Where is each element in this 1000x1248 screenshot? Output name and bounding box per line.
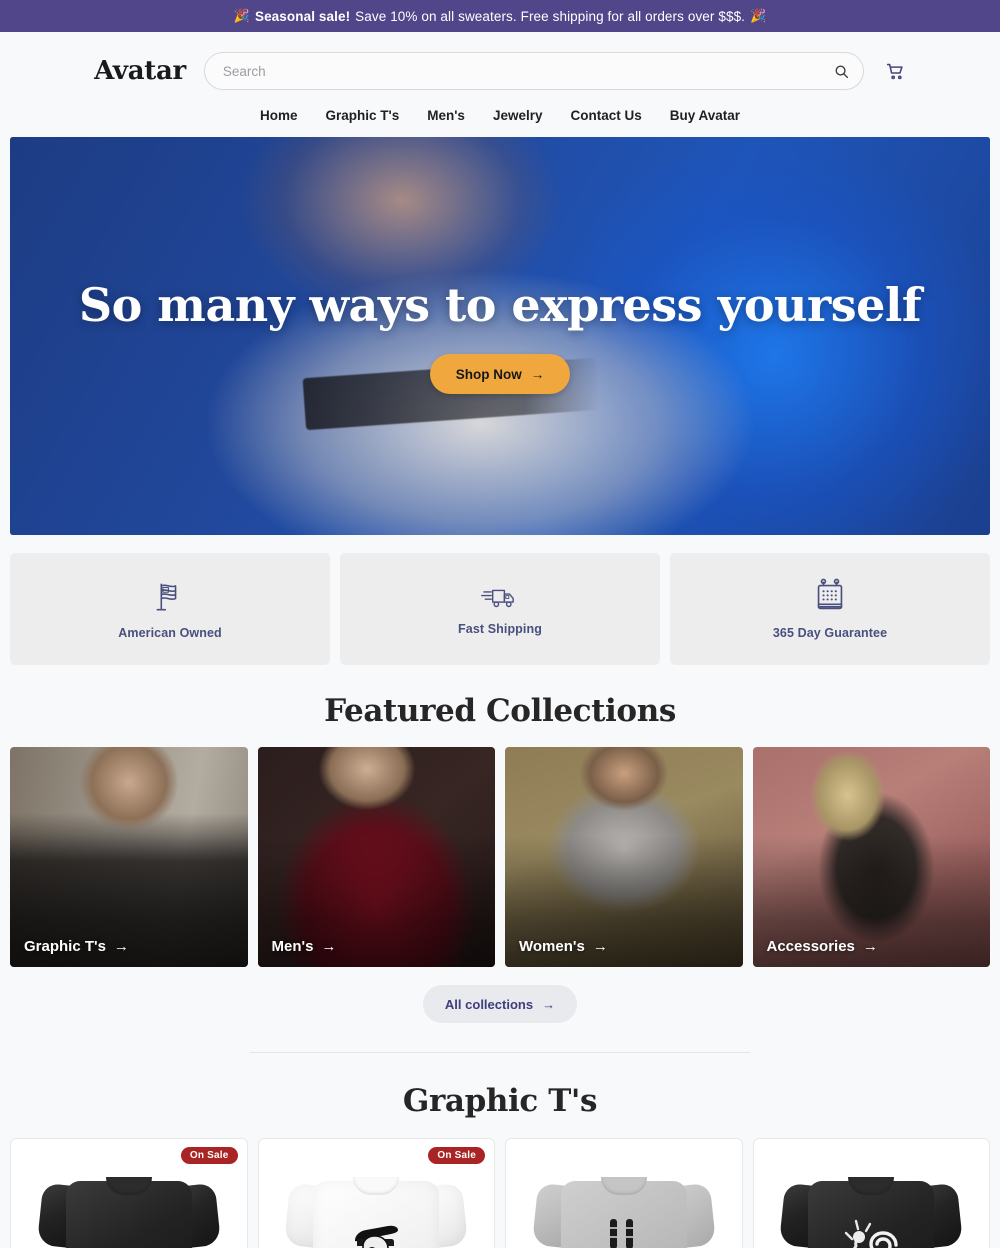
feature-label: American Owned — [118, 626, 222, 640]
announcement-text: Save 10% on all sweaters. Free shipping … — [355, 8, 746, 24]
site-logo[interactable]: Avatar — [94, 56, 186, 86]
nav-item-jewelry[interactable]: Jewelry — [493, 108, 543, 123]
product-grid: On Sale On Sale — [0, 1138, 1000, 1248]
arrow-right-icon: → — [862, 938, 878, 955]
hero-title: So many ways to express yourself — [78, 278, 922, 332]
graphic-tees-title: Graphic T's — [402, 1083, 598, 1119]
collection-label: Men's — [271, 938, 314, 955]
delivery-truck-icon — [481, 582, 519, 612]
shop-now-button[interactable]: Shop Now → — [429, 354, 571, 394]
arrow-right-icon: → — [542, 996, 556, 1012]
nav-item-home[interactable]: Home — [260, 108, 298, 123]
announcement-bold-text: Seasonal sale! — [254, 8, 351, 24]
product-image-black-tee — [36, 1171, 221, 1248]
header-row: Avatar — [0, 44, 1000, 98]
site-header: Avatar Home Graphic T's Men's Jewelry Co… — [0, 32, 1000, 137]
product-card[interactable] — [752, 1138, 990, 1248]
product-card[interactable]: On Sale — [257, 1138, 495, 1248]
all-collections-label: All collections — [444, 996, 534, 1012]
product-image-black-tee-spiral — [779, 1171, 964, 1248]
party-popper-icon-left: 🎉 — [233, 8, 250, 23]
collection-card-womens[interactable]: Women's → — [505, 747, 743, 967]
collection-label-wrap: Women's → — [519, 938, 608, 955]
collection-label: Graphic T's — [24, 938, 106, 955]
feature-label: Fast Shipping — [458, 622, 542, 636]
product-image-white-tee — [284, 1171, 469, 1248]
product-card[interactable] — [505, 1138, 743, 1248]
skull-cap-icon — [343, 1215, 409, 1248]
nav-item-buy-avatar[interactable]: Buy Avatar — [670, 108, 740, 123]
product-card[interactable]: On Sale — [10, 1138, 248, 1248]
main-navigation: Home Graphic T's Men's Jewelry Contact U… — [0, 98, 1000, 137]
all-collections-wrap: All collections → — [0, 967, 1000, 1023]
search-icon[interactable] — [834, 64, 849, 79]
status-badge: On Sale — [428, 1147, 485, 1164]
hero-content: So many ways to express yourself Shop No… — [10, 137, 990, 535]
arrow-right-icon: → — [321, 938, 337, 955]
feature-365-day-guarantee: 365 Day Guarantee — [670, 553, 990, 665]
arrow-right-icon: → — [530, 366, 545, 382]
status-badge: On Sale — [180, 1147, 238, 1164]
shopping-cart-icon[interactable] — [884, 60, 906, 82]
product-image-gray-tee — [531, 1171, 716, 1248]
collection-card-accessories[interactable]: Accessories → — [752, 747, 990, 967]
collection-label: Accessories — [766, 938, 855, 955]
collection-label: Women's — [519, 938, 585, 955]
party-popper-icon-right: 🎉 — [750, 8, 767, 23]
calendar-icon — [812, 578, 848, 616]
feature-badges: American Owned Fast Shipping 365 Day Gua… — [0, 535, 1000, 665]
collection-label-wrap: Graphic T's → — [24, 938, 129, 955]
feature-label: 365 Day Guarantee — [772, 626, 888, 640]
flag-icon — [151, 578, 189, 616]
collection-card-graphic-ts[interactable]: Graphic T's → — [10, 747, 248, 967]
collection-label-wrap: Men's → — [272, 938, 337, 955]
featured-collections-title: Featured Collections — [324, 693, 676, 729]
collections-grid: Graphic T's → Men's → Women's → Accessor… — [0, 747, 1000, 967]
all-collections-button[interactable]: All collections → — [422, 985, 578, 1023]
arrow-right-icon: → — [592, 938, 608, 955]
skeleton-spiral-icon — [832, 1215, 910, 1248]
skeleton-hand-peace-icon — [595, 1215, 653, 1248]
section-divider — [250, 1052, 750, 1053]
shop-now-label: Shop Now — [455, 366, 522, 382]
nav-item-graphic-ts[interactable]: Graphic T's — [325, 108, 399, 123]
collection-label-wrap: Accessories → — [767, 938, 878, 955]
collection-card-mens[interactable]: Men's → — [257, 747, 495, 967]
arrow-right-icon: → — [113, 938, 129, 955]
hero-banner: So many ways to express yourself Shop No… — [10, 137, 990, 535]
nav-item-mens[interactable]: Men's — [427, 108, 465, 123]
feature-fast-shipping: Fast Shipping — [340, 553, 660, 665]
nav-item-contact-us[interactable]: Contact Us — [570, 108, 641, 123]
feature-american-owned: American Owned — [10, 553, 330, 665]
search-bar[interactable] — [203, 52, 864, 90]
announcement-bar: 🎉 Seasonal sale! Save 10% on all sweater… — [0, 0, 1000, 32]
search-input[interactable] — [222, 63, 834, 79]
